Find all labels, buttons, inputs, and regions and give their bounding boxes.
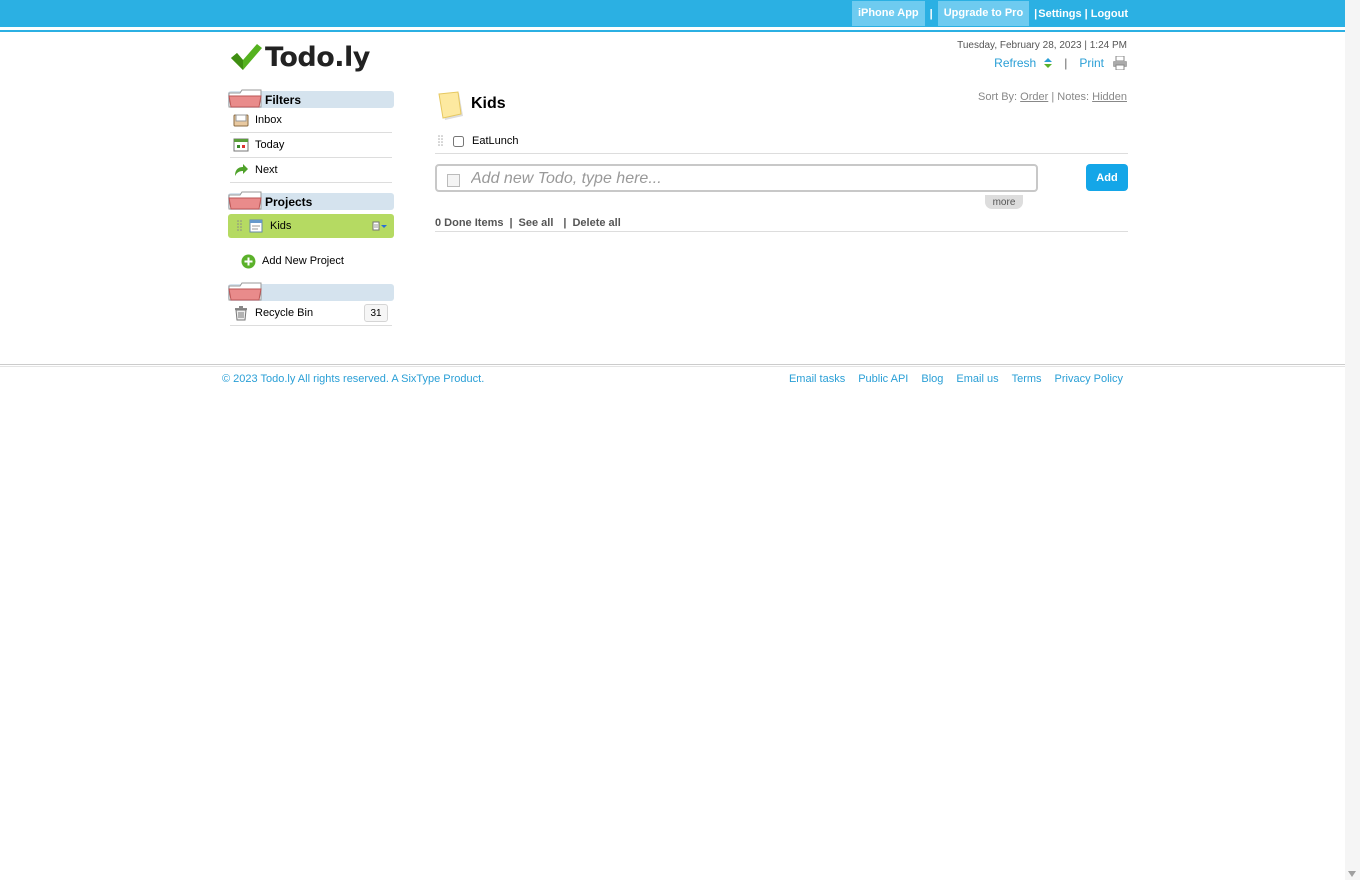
inbox-icon [233, 112, 249, 128]
upgrade-to-pro-link[interactable]: Upgrade to Pro [937, 0, 1030, 26]
footer-links: Email tasks Public API Blog Email us Ter… [776, 373, 1123, 385]
filters-header: Filters [228, 89, 394, 108]
sticky-note-icon [438, 91, 463, 120]
notes-hidden-link[interactable]: Hidden [1092, 91, 1127, 103]
footer-link-terms[interactable]: Terms [1012, 373, 1042, 385]
sidebar: Filters Inbox Today Next Projects Kids A… [228, 89, 394, 326]
more-options-button[interactable]: more [985, 195, 1023, 209]
new-todo-checkbox [447, 174, 460, 187]
footer-link-privacy-policy[interactable]: Privacy Policy [1055, 373, 1123, 385]
sort-options: Sort By: Order | Notes: Hidden [978, 91, 1127, 103]
refresh-link[interactable]: Refresh [994, 56, 1036, 70]
sidebar-item-inbox[interactable]: Inbox [230, 108, 392, 133]
task-checkbox[interactable] [453, 135, 464, 147]
footer-link-public-api[interactable]: Public API [858, 373, 908, 385]
header-actions: Refresh | Print [994, 56, 1128, 70]
sidebar-item-label: Next [255, 164, 278, 176]
folder-icon [228, 282, 262, 301]
footer-link-blog[interactable]: Blog [921, 373, 943, 385]
drag-handle-icon[interactable] [237, 220, 243, 232]
project-menu-dropdown-icon[interactable] [372, 221, 388, 231]
current-datetime: Tuesday, February 28, 2023 | 1:24 PM [957, 40, 1127, 51]
project-doc-icon [249, 219, 263, 233]
logo-text: Todo.ly [265, 41, 370, 73]
sidebar-item-next[interactable]: Next [230, 158, 392, 183]
sidebar-item-recycle-bin[interactable]: Recycle Bin 31 [230, 301, 392, 326]
new-todo-input[interactable] [469, 169, 1023, 189]
footer-divider [0, 366, 1345, 367]
task-label[interactable]: EatLunch [472, 135, 518, 147]
notes-label: Notes: [1057, 91, 1090, 103]
project-title: Kids [471, 95, 506, 112]
add-new-project-label: Add New Project [262, 255, 344, 267]
settings-link[interactable]: Settings [1038, 8, 1081, 20]
copyright-text: © 2023 Todo.ly All rights reserved. A Si… [222, 373, 485, 385]
sidebar-item-today[interactable]: Today [230, 133, 392, 158]
add-circle-icon [241, 254, 256, 268]
delete-all-link[interactable]: Delete all [572, 217, 620, 229]
new-todo-box[interactable] [435, 164, 1038, 192]
printer-icon[interactable] [1112, 56, 1128, 70]
separator: | [1064, 56, 1068, 70]
folder-icon [228, 89, 262, 108]
done-items-count: 0 Done Items [435, 216, 504, 229]
checkmark-logo-icon [231, 44, 262, 70]
separator: | [563, 216, 567, 229]
recycle-bin-count-badge: 31 [364, 304, 388, 322]
sidebar-item-label: Today [255, 139, 285, 151]
calendar-today-icon [233, 137, 249, 153]
projects-title: Projects [265, 194, 313, 209]
trash-bin-icon [233, 305, 249, 321]
sidebar-item-kids[interactable]: Kids [228, 214, 394, 238]
sidebar-item-label: Kids [270, 220, 292, 232]
done-items-bar: 0 Done Items | See all | Delete all [435, 214, 1128, 232]
logout-link[interactable]: Logout [1091, 8, 1128, 20]
filters-title: Filters [265, 92, 302, 107]
top-links: iPhone App | Upgrade to Pro | Settings |… [851, 0, 1128, 27]
scroll-down-arrow-icon[interactable] [1348, 871, 1356, 877]
footer-link-email-tasks[interactable]: Email tasks [789, 373, 845, 385]
sort-by-label: Sort By: [977, 91, 1018, 103]
drag-handle-icon[interactable] [438, 134, 444, 148]
trash-section-header [228, 282, 394, 301]
footer-divider [0, 364, 1345, 365]
add-new-project-button[interactable]: Add New Project [228, 249, 394, 273]
sidebar-item-label: Inbox [255, 114, 282, 126]
print-link[interactable]: Print [1079, 56, 1104, 70]
logo[interactable]: Todo.ly [229, 40, 370, 74]
task-row[interactable]: EatLunch [435, 129, 1128, 154]
separator: | [929, 7, 933, 20]
arrow-next-icon [233, 162, 249, 178]
top-bar [0, 0, 1345, 27]
separator: | [509, 216, 513, 229]
separator: | [1034, 7, 1038, 20]
top-bar-divider [0, 30, 1345, 32]
projects-header: Projects [228, 191, 394, 210]
vertical-scrollbar[interactable] [1345, 0, 1360, 880]
sort-by-order-link[interactable]: Order [1020, 91, 1048, 103]
footer-link-email-us[interactable]: Email us [956, 373, 998, 385]
folder-icon [228, 191, 262, 210]
iphone-app-link[interactable]: iPhone App [851, 0, 925, 26]
add-todo-button[interactable]: Add [1086, 164, 1128, 191]
refresh-icon[interactable] [1042, 57, 1054, 69]
sidebar-item-label: Recycle Bin [255, 307, 314, 319]
separator: | [1084, 7, 1088, 20]
see-all-link[interactable]: See all [519, 217, 554, 229]
